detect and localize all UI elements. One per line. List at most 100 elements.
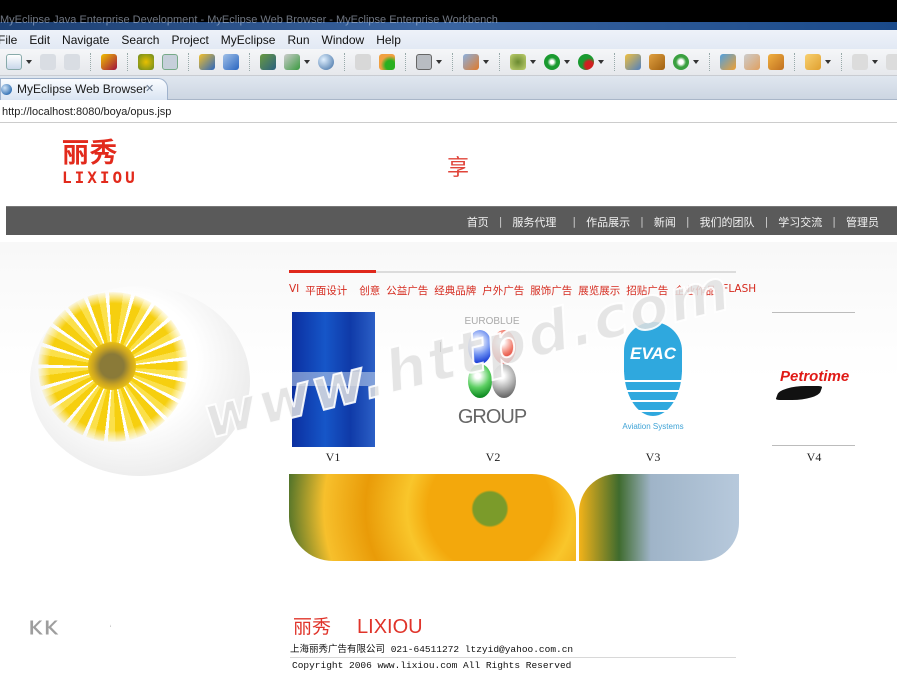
nav-home[interactable]: 首页 <box>467 214 489 230</box>
run-dropdown[interactable] <box>564 60 570 64</box>
run-file-dropdown[interactable] <box>304 60 310 64</box>
refresh-icon[interactable] <box>673 54 689 70</box>
category-outdoor-ads[interactable]: 户外广告 <box>482 283 524 298</box>
new-class-icon[interactable] <box>649 54 665 70</box>
menu-edit[interactable]: Edit <box>29 33 50 47</box>
annotation-icon[interactable] <box>852 54 868 70</box>
print-icon[interactable] <box>64 54 80 70</box>
menu-run[interactable]: Run <box>287 33 309 47</box>
new-project-icon[interactable] <box>625 54 641 70</box>
toolbar-separator <box>841 53 842 71</box>
deploy2-icon[interactable] <box>223 54 239 70</box>
server-icon[interactable] <box>162 54 178 70</box>
nav-admin[interactable]: 管理员 <box>846 214 879 230</box>
category-active-indicator <box>289 270 376 273</box>
save-icon[interactable] <box>40 54 56 70</box>
nav-team[interactable]: 我们的团队 <box>700 214 755 230</box>
nav-service-agency[interactable]: 服务代理 <box>512 214 556 230</box>
run-external-dropdown[interactable] <box>598 60 604 64</box>
screen: MyEclipse Java Enterprise Development - … <box>0 0 897 698</box>
next-annotation-icon[interactable] <box>886 54 897 70</box>
open-file-icon[interactable] <box>260 54 276 70</box>
copy-icon[interactable] <box>805 54 821 70</box>
footer-divider <box>290 657 736 658</box>
open-type-icon[interactable] <box>720 54 736 70</box>
run-external-icon[interactable] <box>578 54 594 70</box>
menu-help[interactable]: Help <box>376 33 401 47</box>
menu-bar: File Edit Navigate Search Project MyEcli… <box>0 30 897 49</box>
package-icon[interactable] <box>101 54 117 70</box>
nav-news[interactable]: 新闻 <box>654 214 676 230</box>
new-dropdown[interactable] <box>26 60 32 64</box>
v4-top-rule <box>772 312 855 313</box>
menu-myeclipse[interactable]: MyEclipse <box>221 33 276 47</box>
new-icon[interactable] <box>6 54 22 70</box>
sunflower-banner-right <box>579 474 739 561</box>
deploy-icon[interactable] <box>199 54 215 70</box>
sunflower-banner-left <box>289 474 576 561</box>
footer-copyright: Copyright 2006 www.lixiou.com All Rights… <box>292 660 572 671</box>
menu-window[interactable]: Window <box>322 33 365 47</box>
menu-navigate[interactable]: Navigate <box>62 33 109 47</box>
refresh-dropdown[interactable] <box>693 60 699 64</box>
site-nav: 首页 | 服务代理 | 作品展示 | 新闻 | 我们的团队 | 学习交流 | 管… <box>6 206 897 235</box>
work-v3-caption[interactable]: V3 <box>623 450 683 465</box>
menu-file[interactable]: File <box>0 33 17 47</box>
category-public-ads[interactable]: 公益广告 <box>386 283 428 298</box>
recorder-line1: 录制工具 <box>49 590 122 612</box>
work-v1-caption[interactable]: V1 <box>303 450 363 465</box>
footer-logo-cn: 丽秀 <box>293 616 332 638</box>
nav-separator: | <box>685 215 690 228</box>
toolbar-separator <box>452 53 453 71</box>
menu-project[interactable]: Project <box>171 33 208 47</box>
debug-icon[interactable] <box>138 54 154 70</box>
folder-icon[interactable] <box>355 54 371 70</box>
run-file-icon[interactable] <box>284 54 300 70</box>
recorder-watermark: 录制工具 KK 录像机 <box>28 586 127 641</box>
editor-tab-row: MyEclipse Web Browser ✕ <box>0 76 897 100</box>
flower-center <box>88 342 136 390</box>
url-input[interactable] <box>2 103 892 121</box>
toolbar-separator <box>188 53 189 71</box>
nav-learning[interactable]: 学习交流 <box>778 214 822 230</box>
window-titlebar: MyEclipse Java Enterprise Development - … <box>0 0 897 30</box>
menu-search[interactable]: Search <box>121 33 159 47</box>
run-icon[interactable] <box>544 54 560 70</box>
work-v4-image[interactable]: Petrotime <box>780 368 849 385</box>
open-folder-icon[interactable] <box>768 54 784 70</box>
debug-dropdown[interactable] <box>530 60 536 64</box>
toolbar-separator <box>794 53 795 71</box>
annotation-dropdown[interactable] <box>872 60 878 64</box>
category-graphic-design[interactable]: 平面设计 <box>305 283 347 298</box>
nav-separator: | <box>572 215 577 228</box>
nav-works[interactable]: 作品展示 <box>586 214 630 230</box>
work-v4-caption[interactable]: V4 <box>784 450 844 465</box>
nav-separator: | <box>498 215 503 228</box>
hammer-icon[interactable] <box>744 54 760 70</box>
close-icon[interactable]: ✕ <box>145 79 154 99</box>
globe-icon[interactable] <box>318 54 334 70</box>
tab-label: MyEclipse Web Browser <box>17 82 147 96</box>
toolbar-separator <box>344 53 345 71</box>
category-creative[interactable]: 创意 <box>359 283 380 298</box>
site-logo[interactable]: 丽秀 LIXIOU <box>62 138 142 186</box>
category-classic-brands[interactable]: 经典品牌 <box>434 283 476 298</box>
bug-icon[interactable] <box>510 54 526 70</box>
plugin-icon[interactable] <box>463 54 479 70</box>
run-server-icon[interactable] <box>379 54 395 70</box>
nav-separator: | <box>640 215 644 228</box>
toolbar-separator <box>709 53 710 71</box>
nav-separator: | <box>764 215 769 228</box>
toolbar-separator <box>127 53 128 71</box>
work-v2-caption[interactable]: V2 <box>463 450 523 465</box>
plugin-dropdown[interactable] <box>483 60 489 64</box>
v3-logo-subtitle: Aviation Systems <box>622 422 684 431</box>
copy-dropdown[interactable] <box>825 60 831 64</box>
toolbar <box>0 49 897 76</box>
toolbar-separator <box>90 53 91 71</box>
open-window-dropdown[interactable] <box>436 60 442 64</box>
tab-web-browser[interactable]: MyEclipse Web Browser ✕ <box>0 78 168 100</box>
category-vi[interactable]: VI <box>289 283 299 298</box>
open-window-icon[interactable] <box>416 54 432 70</box>
footer-logo-en: LIXIOU <box>357 616 423 638</box>
